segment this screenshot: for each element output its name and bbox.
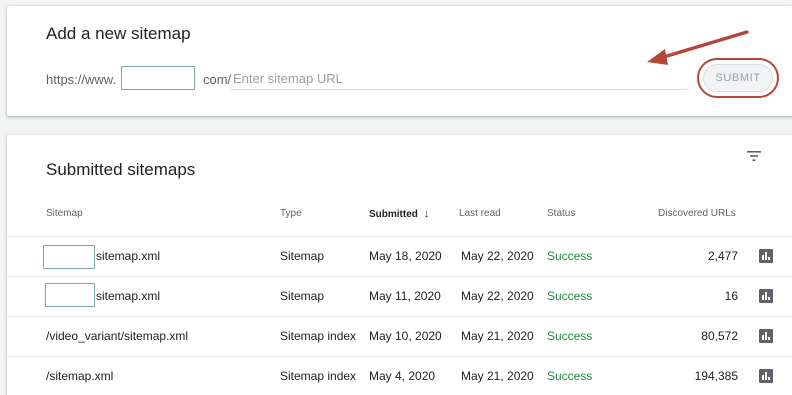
redacted-domain [121,66,195,90]
add-sitemap-title: Add a new sitemap [46,24,191,43]
submitted-date: May 10, 2020 [369,329,442,343]
sort-descending-icon: ↓ [423,208,430,220]
bar-chart-icon[interactable] [759,249,773,263]
sitemap-type: Sitemap index [280,369,357,383]
redacted-sitemap-prefix [43,245,95,269]
discovered-urls: 2,477 [707,249,738,263]
url-suffix: com/ [203,72,232,87]
sitemap-url-input[interactable] [231,68,687,90]
last-read-date: May 21, 2020 [461,369,534,383]
table-row[interactable]: sitemap.xml Sitemap May 11, 2020 May 22,… [7,276,792,316]
column-header-type[interactable]: Type [280,208,302,219]
sitemap-path: /video_variant/sitemap.xml [46,329,189,343]
status-text: Success [547,369,593,383]
submitted-sitemaps-title: Submitted sitemaps [46,160,196,179]
filter-icon[interactable] [746,149,762,163]
sitemap-path: sitemap.xml [96,289,161,303]
bar-chart-icon[interactable] [759,289,773,303]
table-row[interactable]: /sitemap.xml Sitemap index May 4, 2020 M… [7,356,792,395]
column-header-sitemap[interactable]: Sitemap [46,208,83,219]
submitted-sitemaps-card: Submitted sitemaps Sitemap Type Submitte… [7,135,792,395]
column-header-last-read[interactable]: Last read [459,208,501,219]
discovered-urls: 80,572 [701,329,738,343]
table-row[interactable]: sitemap.xml Sitemap May 18, 2020 May 22,… [7,236,792,276]
submitted-date: May 4, 2020 [369,369,436,383]
status-text: Success [547,249,593,263]
discovered-urls: 16 [724,289,738,303]
column-header-submitted[interactable]: Submitted ↓ [369,208,429,220]
sitemap-type: Sitemap [280,249,325,263]
submitted-date: May 11, 2020 [369,289,441,303]
submit-button[interactable]: SUBMIT [703,64,773,92]
column-header-status[interactable]: Status [547,208,575,219]
bar-chart-icon[interactable] [759,329,773,343]
column-header-submitted-label: Submitted [369,209,418,220]
column-header-discovered-urls[interactable]: Discovered URLs [658,208,736,219]
last-read-date: May 21, 2020 [461,329,534,343]
bar-chart-icon[interactable] [759,369,773,383]
url-prefix: https://www. [46,72,117,87]
status-text: Success [547,329,593,343]
table-row[interactable]: /video_variant/sitemap.xml Sitemap index… [7,316,792,356]
status-text: Success [547,289,593,303]
add-sitemap-card: Add a new sitemap https://www. com/ SUBM… [7,6,792,116]
last-read-date: May 22, 2020 [461,249,534,263]
sitemap-path: /sitemap.xml [46,369,114,383]
red-arrow-icon [647,30,749,65]
sitemap-type: Sitemap [280,289,325,303]
submitted-date: May 18, 2020 [369,249,442,263]
redacted-sitemap-prefix [45,283,95,307]
sitemap-path: sitemap.xml [96,249,161,263]
discovered-urls: 194,385 [694,369,738,383]
last-read-date: May 22, 2020 [461,289,534,303]
sitemap-type: Sitemap index [280,329,357,343]
